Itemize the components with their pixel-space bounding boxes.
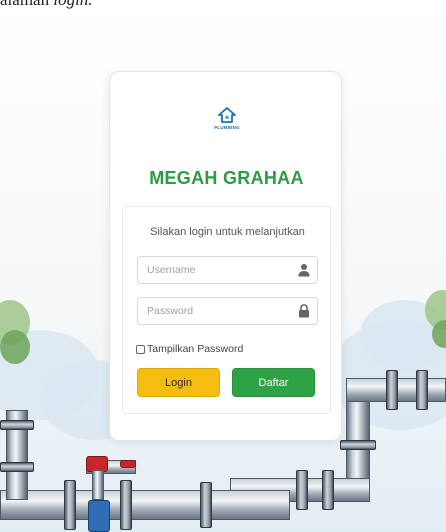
brand-title: MEGAH GRAHAA (149, 168, 304, 188)
brand-logo: PLUMBING (207, 98, 247, 138)
house-icon (218, 107, 236, 123)
pipe-flange (0, 462, 34, 472)
pipe-flange (0, 420, 34, 430)
pipe-flange (322, 470, 334, 510)
lock-icon (299, 304, 309, 318)
password-input[interactable] (138, 298, 288, 324)
pipe-flange (340, 440, 376, 450)
valve-body (88, 500, 110, 532)
pipe-flange (296, 470, 308, 510)
logo-text: PLUMBING (214, 125, 240, 130)
valve-handle (120, 460, 136, 468)
username-field[interactable] (137, 256, 318, 284)
pipe (0, 490, 290, 520)
pipe-flange (200, 482, 212, 528)
pipe-flange (120, 480, 132, 530)
register-button[interactable]: Daftar (232, 368, 315, 397)
login-card: PLUMBING MEGAH GRAHAA Silakan login untu… (109, 71, 342, 441)
caption-prefix: alaman (0, 0, 53, 9)
password-field[interactable] (137, 297, 318, 325)
login-form: Silakan login untuk melanjutkan Tampilka… (122, 206, 331, 414)
show-password-checkbox[interactable] (136, 344, 145, 354)
bush (0, 330, 30, 364)
login-prompt: Silakan login untuk melanjutkan (150, 226, 305, 238)
pipe-flange (386, 370, 398, 410)
login-button[interactable]: Login (137, 368, 220, 397)
caption-emphasis: login. (53, 0, 92, 9)
show-password-toggle[interactable]: Tampilkan Password (136, 342, 243, 356)
username-input[interactable] (138, 257, 288, 283)
pipe (92, 470, 104, 500)
show-password-label: Tampilkan Password (147, 343, 244, 355)
user-icon (298, 264, 310, 277)
pipe-flange (416, 370, 428, 410)
pipe-flange (64, 480, 76, 530)
caption-text: alaman login. (0, 0, 200, 12)
